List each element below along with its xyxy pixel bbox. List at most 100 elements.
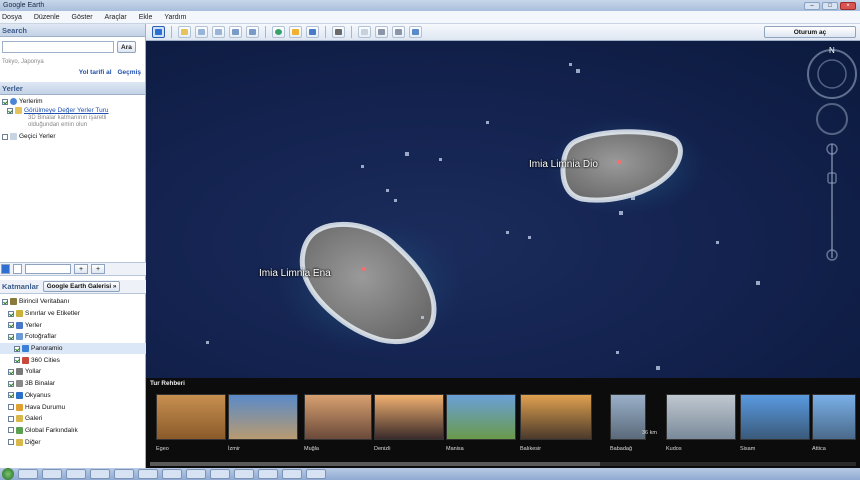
tour-item[interactable]: Balıkesir xyxy=(520,394,592,452)
layer-item[interactable]: Yollar xyxy=(0,366,146,378)
taskbar-app[interactable] xyxy=(66,469,86,479)
print-icon[interactable] xyxy=(375,26,388,38)
sign-in-button[interactable]: Oturum aç xyxy=(764,26,856,38)
layer-checkbox[interactable] xyxy=(8,333,14,340)
start-button[interactable] xyxy=(2,468,14,480)
navigation-controls[interactable]: N xyxy=(807,46,857,261)
menu-view[interactable]: Göster xyxy=(72,14,93,21)
layer-checkbox[interactable] xyxy=(8,310,14,317)
tour-item[interactable]: Babadağ xyxy=(610,394,646,452)
place-item[interactable]: Geçici Yerler xyxy=(2,132,143,141)
close-button[interactable]: × xyxy=(840,1,856,10)
taskbar-app[interactable] xyxy=(234,469,254,479)
layer-checkbox[interactable] xyxy=(8,439,14,446)
panel-toggle-icon[interactable] xyxy=(1,264,10,274)
layers-title[interactable]: Katmanlar xyxy=(2,282,39,291)
layer-item[interactable]: Diğer xyxy=(0,436,146,448)
layer-checkbox[interactable] xyxy=(8,368,14,375)
layer-checkbox[interactable] xyxy=(8,427,14,434)
historical-imagery-icon[interactable] xyxy=(272,26,285,38)
checkbox[interactable] xyxy=(2,133,8,140)
taskbar-app[interactable] xyxy=(306,469,326,479)
layer-checkbox[interactable] xyxy=(8,380,14,387)
history-link[interactable]: Geçmiş xyxy=(118,69,142,76)
earth-gallery-button[interactable]: Google Earth Galerisi » xyxy=(42,281,121,292)
taskbar-app[interactable] xyxy=(90,469,110,479)
layer-checkbox[interactable] xyxy=(8,392,14,399)
layer-checkbox[interactable] xyxy=(2,298,8,305)
tour-item[interactable]: Sisam xyxy=(740,394,810,452)
planets-icon[interactable] xyxy=(306,26,319,38)
menu-edit[interactable]: Düzenle xyxy=(34,14,60,21)
place-item[interactable]: Görülmeye Değer Yerler Turu xyxy=(2,106,143,115)
taskbar-app[interactable] xyxy=(18,469,38,479)
tour-thumbnail[interactable] xyxy=(610,394,646,440)
place-link[interactable]: Görülmeye Değer Yerler Turu xyxy=(24,107,109,114)
checkbox[interactable] xyxy=(7,107,13,114)
tour-item[interactable]: Kudos xyxy=(666,394,736,452)
tour-scroll-thumb[interactable] xyxy=(150,462,600,466)
tour-item[interactable]: Manisa xyxy=(446,394,516,452)
sidebar-toggle-icon[interactable] xyxy=(152,26,165,38)
search-input[interactable] xyxy=(2,41,114,53)
overlay-icon[interactable] xyxy=(229,26,242,38)
menu-help[interactable]: Yardım xyxy=(164,14,186,21)
email-icon[interactable] xyxy=(358,26,371,38)
map-label-imia-ena[interactable]: Imia Limnia Ena xyxy=(259,268,331,279)
layer-item[interactable]: 3B Binalar xyxy=(0,378,146,390)
taskbar-app[interactable] xyxy=(114,469,134,479)
tour-record-icon[interactable] xyxy=(246,26,259,38)
layer-item[interactable]: Sınırlar ve Etiketler xyxy=(0,308,146,320)
search-header[interactable]: Search xyxy=(0,24,145,37)
tour-item[interactable]: Attica xyxy=(812,394,856,452)
layer-checkbox[interactable] xyxy=(8,415,14,422)
taskbar-app[interactable] xyxy=(258,469,278,479)
layer-checkbox[interactable] xyxy=(8,404,14,411)
tour-thumbnail[interactable] xyxy=(666,394,736,440)
panel-view-icon[interactable] xyxy=(13,264,22,274)
layer-item[interactable]: Panoramio xyxy=(0,342,146,355)
layer-checkbox[interactable] xyxy=(14,345,20,352)
menu-add[interactable]: Ekle xyxy=(139,14,153,21)
tour-thumbnail[interactable] xyxy=(304,394,372,440)
tour-item[interactable]: Denizli xyxy=(374,394,444,452)
place-item[interactable]: Yerlerim xyxy=(2,97,143,106)
places-header[interactable]: Yerler xyxy=(0,82,145,95)
sun-icon[interactable] xyxy=(289,26,302,38)
layer-item[interactable]: Yerler xyxy=(0,319,146,331)
places-filter[interactable] xyxy=(25,264,71,274)
tour-thumbnail[interactable] xyxy=(446,394,516,440)
tour-item[interactable]: Muğla xyxy=(304,394,372,452)
layer-item[interactable]: Fotoğraflar xyxy=(0,331,146,343)
layer-checkbox[interactable] xyxy=(14,357,20,364)
search-button[interactable]: Ara xyxy=(117,41,136,53)
menu-file[interactable]: Dosya xyxy=(2,14,22,21)
layer-checkbox[interactable] xyxy=(8,322,14,329)
tour-thumbnail[interactable] xyxy=(374,394,444,440)
checkbox[interactable] xyxy=(2,98,8,105)
add-icon[interactable]: + xyxy=(91,264,105,274)
path-icon[interactable] xyxy=(212,26,225,38)
layer-item[interactable]: 360 Cities xyxy=(0,354,146,366)
layer-item[interactable]: Birincil Veritabanı xyxy=(0,296,146,308)
add-icon[interactable]: + xyxy=(74,264,88,274)
taskbar-app[interactable] xyxy=(42,469,62,479)
ruler-icon[interactable] xyxy=(332,26,345,38)
tour-item[interactable]: İzmir xyxy=(228,394,298,452)
maximize-button[interactable]: □ xyxy=(822,1,838,10)
layer-item[interactable]: Galeri xyxy=(0,413,146,425)
look-joystick-icon[interactable] xyxy=(807,49,857,99)
tour-thumbnail[interactable] xyxy=(812,394,856,440)
polygon-icon[interactable] xyxy=(195,26,208,38)
layer-item[interactable]: Okyanus xyxy=(0,390,146,402)
taskbar-app[interactable] xyxy=(138,469,158,479)
menu-tools[interactable]: Araçlar xyxy=(105,14,127,21)
taskbar-app[interactable] xyxy=(162,469,182,479)
tour-item[interactable]: Egeo xyxy=(156,394,226,452)
tour-thumbnail[interactable] xyxy=(156,394,226,440)
tour-thumbnail[interactable] xyxy=(740,394,810,440)
move-joystick-icon[interactable] xyxy=(816,103,848,135)
directions-link[interactable]: Yol tarifi al xyxy=(79,69,112,76)
taskbar-app[interactable] xyxy=(282,469,302,479)
google-maps-icon[interactable] xyxy=(409,26,422,38)
